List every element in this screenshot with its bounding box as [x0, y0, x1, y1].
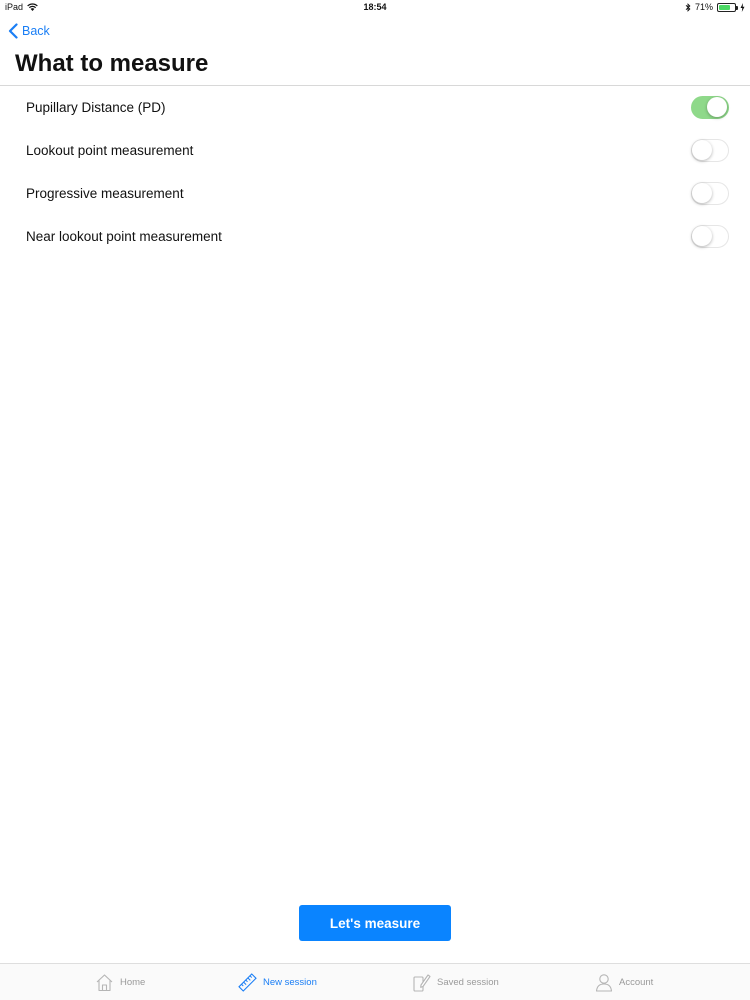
tab-saved-session[interactable]: Saved session [412, 964, 499, 1000]
toggle-knob [692, 140, 712, 160]
tab-new-session[interactable]: New session [238, 964, 317, 1000]
tab-label: Home [120, 977, 146, 988]
person-icon [595, 974, 613, 992]
toggle-knob [692, 183, 712, 203]
tab-label: Account [619, 977, 654, 988]
home-icon [96, 974, 113, 992]
option-label: Progressive measurement [26, 186, 184, 201]
ruler-icon [238, 973, 257, 992]
tab-account[interactable]: Account [595, 964, 653, 1000]
near-lookout-point-toggle[interactable] [691, 225, 729, 248]
tab-bar: Home New session Saved session Account [0, 963, 750, 1000]
progressive-toggle[interactable] [691, 182, 729, 205]
battery-tip [736, 5, 738, 10]
page-title: What to measure [15, 50, 209, 77]
option-row-near-lookout-point: Near lookout point measurement [0, 215, 750, 258]
battery-icon [717, 2, 738, 12]
tab-home[interactable]: Home [95, 964, 145, 1000]
toggle-knob [692, 226, 712, 246]
charging-icon [740, 2, 745, 12]
tab-label: New session [263, 977, 317, 988]
option-row-pupillary-distance: Pupillary Distance (PD) [0, 86, 750, 129]
lookout-point-toggle[interactable] [691, 139, 729, 162]
chevron-left-icon [8, 23, 18, 39]
back-label: Back [22, 24, 50, 38]
back-button[interactable]: Back [8, 22, 50, 40]
lets-measure-button[interactable]: Let's measure [299, 905, 451, 941]
tab-label: Saved session [437, 977, 499, 988]
option-row-progressive: Progressive measurement [0, 172, 750, 215]
status-bar: iPad 18:54 71% [0, 0, 750, 16]
option-label: Pupillary Distance (PD) [26, 100, 166, 115]
option-label: Near lookout point measurement [26, 229, 222, 244]
pupillary-distance-toggle[interactable] [691, 96, 729, 119]
bluetooth-icon [685, 2, 691, 12]
tablet-pen-icon [413, 974, 431, 992]
option-row-lookout-point: Lookout point measurement [0, 129, 750, 172]
status-time: 18:54 [363, 2, 387, 12]
battery-level [719, 4, 730, 10]
toggle-knob [707, 97, 727, 117]
battery-percent: 71% [694, 2, 713, 12]
status-right: 71% [685, 2, 745, 12]
measurement-options: Pupillary Distance (PD) Lookout point me… [0, 86, 750, 258]
option-label: Lookout point measurement [26, 143, 194, 158]
